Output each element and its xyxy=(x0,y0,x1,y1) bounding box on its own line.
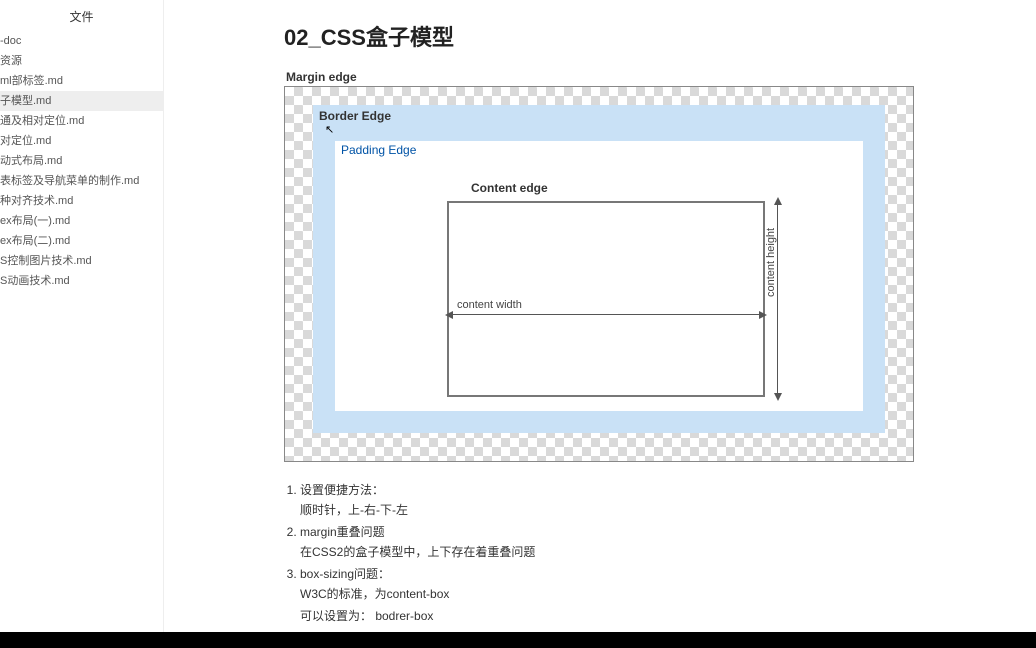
file-item[interactable]: 对定位.md xyxy=(0,131,163,151)
file-list: -doc资源ml部标签.md子模型.md通及相对定位.md对定位.md动式布局.… xyxy=(0,31,163,291)
note-sub: 在CSS2的盒子模型中，上下存在着重叠问题 xyxy=(300,542,996,562)
content-zone: Content edge content width content heigh… xyxy=(447,181,845,397)
border-edge-label: Border Edge xyxy=(319,109,391,123)
note-sub: 可以设置为： bodrer-box xyxy=(300,606,996,626)
note-item: 设置便捷方法：顺时针，上-右-下-左 xyxy=(300,480,996,520)
file-item[interactable]: -doc xyxy=(0,31,163,51)
content-height-label: content height xyxy=(765,226,777,299)
file-item[interactable]: 资源 xyxy=(0,51,163,71)
page-title: 02_CSS盒子模型 xyxy=(284,20,996,52)
note-head: 设置便捷方法： xyxy=(300,480,996,500)
note-sub: W3C的标准，为content-box xyxy=(300,584,996,604)
note-head: box-sizing问题： xyxy=(300,564,996,584)
content-width-label: content width xyxy=(455,299,524,311)
notes-list: 设置便捷方法：顺时针，上-右-下-左margin重叠问题在CSS2的盒子模型中，… xyxy=(284,480,996,648)
padding-edge-label: Padding Edge xyxy=(341,143,416,157)
box-model-diagram: Margin edge Border Edge ↖ Padding Edge C… xyxy=(284,70,996,462)
sidebar-header: 文件 xyxy=(0,0,163,31)
margin-area: Border Edge ↖ Padding Edge Content edge … xyxy=(284,86,914,462)
content-edge-label: Content edge xyxy=(471,181,548,195)
file-item[interactable]: ex布局(二).md xyxy=(0,231,163,251)
file-item[interactable]: ml部标签.md xyxy=(0,71,163,91)
note-sub: 顺时针，上-右-下-左 xyxy=(300,500,996,520)
note-item: box-sizing问题：W3C的标准，为content-box可以设置为： b… xyxy=(300,564,996,626)
file-item[interactable]: ex布局(一).md xyxy=(0,211,163,231)
margin-edge-label: Margin edge xyxy=(286,70,996,84)
notes-section: 设置便捷方法：顺时针，上-右-下-左margin重叠问题在CSS2的盒子模型中，… xyxy=(284,480,996,648)
note-item: margin重叠问题在CSS2的盒子模型中，上下存在着重叠问题 xyxy=(300,522,996,562)
file-item[interactable]: 子模型.md xyxy=(0,91,163,111)
bottom-bar xyxy=(0,632,1036,648)
file-item[interactable]: 种对齐技术.md xyxy=(0,191,163,211)
main-content[interactable]: 02_CSS盒子模型 Margin edge Border Edge ↖ Pad… xyxy=(164,0,1036,648)
file-item[interactable]: 表标签及导航菜单的制作.md xyxy=(0,171,163,191)
note-head: margin重叠问题 xyxy=(300,522,996,542)
border-area: Border Edge ↖ Padding Edge Content edge … xyxy=(313,105,885,433)
app-root: 文件 -doc资源ml部标签.md子模型.md通及相对定位.md对定位.md动式… xyxy=(0,0,1036,648)
file-sidebar: 文件 -doc资源ml部标签.md子模型.md通及相对定位.md对定位.md动式… xyxy=(0,0,164,648)
content-box: content width xyxy=(447,201,765,397)
padding-area: Padding Edge Content edge content width xyxy=(335,141,863,411)
cursor-icon: ↖ xyxy=(325,123,334,136)
file-item[interactable]: 通及相对定位.md xyxy=(0,111,163,131)
file-item[interactable]: S控制图片技术.md xyxy=(0,251,163,271)
file-item[interactable]: S动画技术.md xyxy=(0,271,163,291)
file-item[interactable]: 动式布局.md xyxy=(0,151,163,171)
